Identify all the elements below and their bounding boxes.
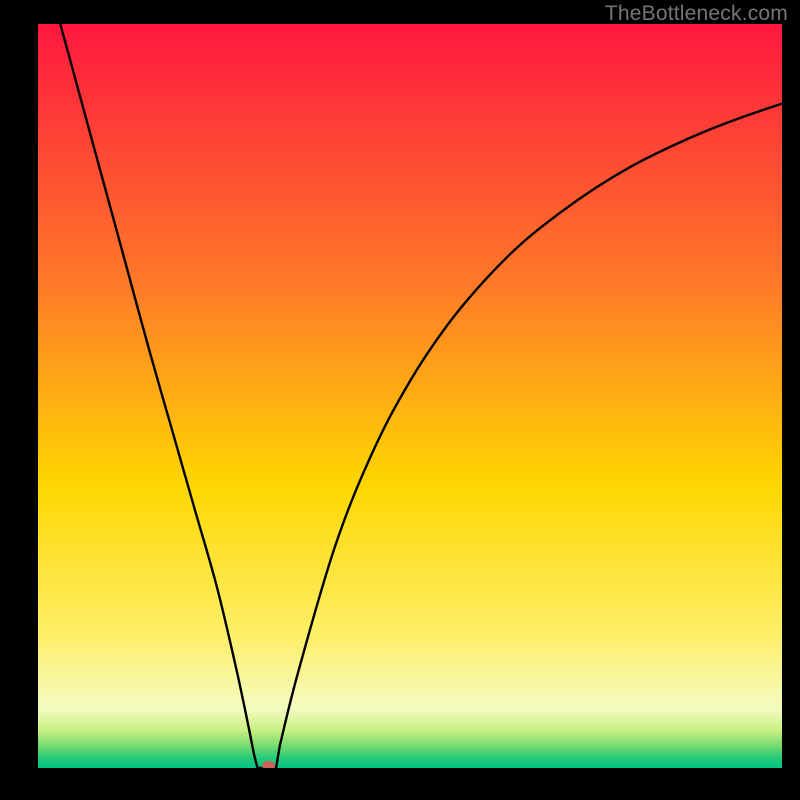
watermark-text: TheBottleneck.com [605,2,788,26]
plot-frame [38,24,782,768]
gradient-background [38,24,782,768]
bottleneck-chart [38,24,782,768]
